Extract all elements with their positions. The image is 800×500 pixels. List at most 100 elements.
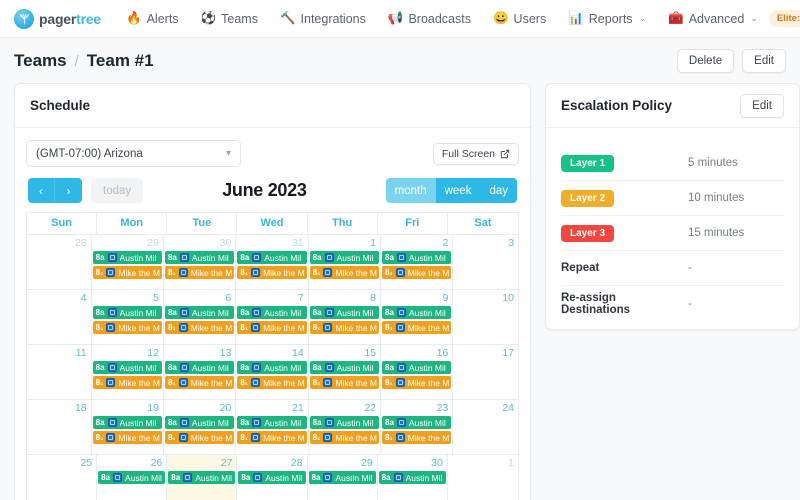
calendar-day-cell[interactable]: 17 (453, 345, 518, 400)
calendar-event[interactable]: 8₁Mike the M (165, 376, 234, 389)
nav-item-teams[interactable]: ⚽ Teams (190, 0, 269, 38)
calendar-event[interactable]: 8₁Mike the M (382, 376, 451, 389)
nav-item-integrations[interactable]: 🔨 Integrations (269, 0, 377, 38)
calendar-day-cell[interactable]: 11 (27, 345, 92, 400)
calendar-event[interactable]: 8aAustin Mil (93, 416, 162, 429)
calendar-day-cell[interactable]: 208aAustin Mil8₁Mike the M (164, 400, 236, 455)
calendar-day-cell[interactable]: 3 (453, 235, 518, 290)
calendar-event[interactable]: 8₁Mike the M (93, 431, 162, 444)
calendar-event[interactable]: 8₁Mike the M (165, 266, 234, 279)
calendar-event[interactable]: 8₁Mike the M (237, 431, 306, 444)
calendar-day-cell[interactable]: 238aAustin Mil8₁Mike the M (381, 400, 453, 455)
calendar-event[interactable]: 8aAustin Mil (379, 471, 446, 484)
calendar-day-cell[interactable]: 88aAustin Mil8₁Mike the M (309, 290, 381, 345)
calendar-day-cell[interactable]: 308aAustin Mil8₁Mike the M (164, 235, 236, 290)
calendar-day-cell[interactable]: 98aAustin Mil8₁Mike the M (381, 290, 453, 345)
calendar-event[interactable]: 8₁Mike the M (237, 321, 306, 334)
calendar-event[interactable]: 8aAustin Mil (238, 471, 305, 484)
prev-month-button[interactable]: ‹ (28, 178, 55, 203)
calendar-event[interactable]: 8aAustin Mil (165, 361, 234, 374)
calendar-day-cell[interactable]: 78aAustin Mil8₁Mike the M (236, 290, 308, 345)
calendar-event[interactable]: 8₁Mike the M (310, 266, 379, 279)
calendar-event[interactable]: 8aAustin Mil (310, 416, 379, 429)
calendar-event[interactable]: 8₁Mike the M (93, 266, 162, 279)
calendar-day-cell[interactable]: 308aAustin Mil (378, 455, 448, 500)
calendar-event[interactable]: 8₁Mike the M (237, 376, 306, 389)
calendar-event[interactable]: 8aAustin Mil (310, 251, 379, 264)
escalation-layer-row[interactable]: Layer 1 5 minutes (561, 146, 784, 181)
calendar-day-cell[interactable]: 148aAustin Mil8₁Mike the M (236, 345, 308, 400)
calendar-day-cell[interactable]: 28aAustin Mil8₁Mike the M (381, 235, 453, 290)
calendar-event[interactable]: 8aAustin Mil (237, 416, 306, 429)
calendar-day-cell[interactable]: 18 (27, 400, 92, 455)
calendar-event[interactable]: 8₁Mike the M (310, 431, 379, 444)
calendar-event[interactable]: 8aAustin Mil (237, 361, 306, 374)
view-day-button[interactable]: day (480, 178, 517, 203)
brand-logo-link[interactable]: pagertree (10, 9, 115, 29)
edit-team-button[interactable]: Edit (742, 49, 786, 73)
breadcrumb-teams-link[interactable]: Teams (14, 51, 67, 71)
calendar-event[interactable]: 8₁Mike the M (310, 321, 379, 334)
calendar-day-cell[interactable]: 18aAustin Mil8₁Mike the M (309, 235, 381, 290)
edit-escalation-policy-button[interactable]: Edit (740, 94, 784, 118)
nav-item-users[interactable]: 😀 Users (482, 0, 557, 38)
calendar-event[interactable]: 8aAustin Mil (310, 306, 379, 319)
calendar-day-cell[interactable]: 198aAustin Mil8₁Mike the M (92, 400, 164, 455)
timezone-select[interactable]: (GMT-07:00) Arizona ▾ (26, 140, 241, 167)
calendar-event[interactable]: 8aAustin Mil (165, 251, 234, 264)
calendar-day-cell[interactable]: 25 (27, 455, 97, 500)
calendar-day-cell[interactable]: 228aAustin Mil8₁Mike the M (309, 400, 381, 455)
next-month-button[interactable]: › (55, 178, 82, 203)
calendar-day-cell[interactable]: 298aAustin Mil8₁Mike the M (92, 235, 164, 290)
calendar-day-cell[interactable]: 218aAustin Mil8₁Mike the M (236, 400, 308, 455)
calendar-event[interactable]: 8₁Mike the M (93, 376, 162, 389)
calendar-event[interactable]: 8aAustin Mil (310, 361, 379, 374)
calendar-day-cell[interactable]: 68aAustin Mil8₁Mike the M (164, 290, 236, 345)
calendar-event[interactable]: 8aAustin Mil (382, 306, 451, 319)
calendar-event[interactable]: 8aAustin Mil (382, 361, 451, 374)
nav-item-reports[interactable]: 📊 Reports ⌄ (557, 0, 657, 38)
calendar-event[interactable]: 8₁Mike the M (93, 321, 162, 334)
delete-button[interactable]: Delete (677, 49, 734, 73)
calendar-day-cell[interactable]: 58aAustin Mil8₁Mike the M (92, 290, 164, 345)
calendar-day-cell[interactable]: 288aAustin Mil (237, 455, 307, 500)
calendar-day-cell[interactable]: 1 (448, 455, 518, 500)
calendar-event[interactable]: 8aAustin Mil (309, 471, 376, 484)
calendar-event[interactable]: 8₁Mike the M (237, 266, 306, 279)
calendar-event[interactable]: 8₁Mike the M (310, 376, 379, 389)
nav-item-alerts[interactable]: 🔥 Alerts (115, 0, 190, 38)
calendar-day-cell-today[interactable]: 278aAustin Mil (167, 455, 237, 500)
escalation-layer-row[interactable]: Layer 3 15 minutes (561, 216, 784, 251)
calendar-day-cell[interactable]: 24 (453, 400, 518, 455)
calendar-day-cell[interactable]: 10 (453, 290, 518, 345)
calendar-event[interactable]: 8aAustin Mil (168, 471, 235, 484)
calendar-event[interactable]: 8aAustin Mil (237, 306, 306, 319)
calendar-day-cell[interactable]: 4 (27, 290, 92, 345)
calendar-event[interactable]: 8aAustin Mil (237, 251, 306, 264)
view-week-button[interactable]: week (436, 178, 481, 203)
calendar-day-cell[interactable]: 318aAustin Mil8₁Mike the M (236, 235, 308, 290)
nav-item-broadcasts[interactable]: 📢 Broadcasts (377, 0, 482, 38)
calendar-event[interactable]: 8aAustin Mil (165, 416, 234, 429)
escalation-layer-row[interactable]: Layer 2 10 minutes (561, 181, 784, 216)
calendar-event[interactable]: 8₁Mike the M (382, 266, 451, 279)
today-button[interactable]: today (91, 178, 143, 203)
calendar-event[interactable]: 8aAustin Mil (382, 251, 451, 264)
calendar-event[interactable]: 8₁Mike the M (382, 321, 451, 334)
calendar-day-cell[interactable]: 168aAustin Mil8₁Mike the M (381, 345, 453, 400)
calendar-day-cell[interactable]: 138aAustin Mil8₁Mike the M (164, 345, 236, 400)
calendar-event[interactable]: 8aAustin Mil (382, 416, 451, 429)
calendar-day-cell[interactable]: 158aAustin Mil8₁Mike the M (309, 345, 381, 400)
calendar-event[interactable]: 8aAustin Mil (93, 306, 162, 319)
calendar-event[interactable]: 8aAustin Mil (98, 471, 165, 484)
calendar-event[interactable]: 8aAustin Mil (93, 361, 162, 374)
nav-item-advanced[interactable]: 🧰 Advanced ⌄ (657, 0, 769, 38)
calendar-event[interactable]: 8aAustin Mil (93, 251, 162, 264)
calendar-event[interactable]: 8₁Mike the M (165, 431, 234, 444)
view-month-button[interactable]: month (386, 178, 436, 203)
calendar-day-cell[interactable]: 128aAustin Mil8₁Mike the M (92, 345, 164, 400)
calendar-event[interactable]: 8₁Mike the M (382, 431, 451, 444)
calendar-day-cell[interactable]: 28 (27, 235, 92, 290)
calendar-event[interactable]: 8aAustin Mil (165, 306, 234, 319)
calendar-day-cell[interactable]: 298aAustin Mil (308, 455, 378, 500)
